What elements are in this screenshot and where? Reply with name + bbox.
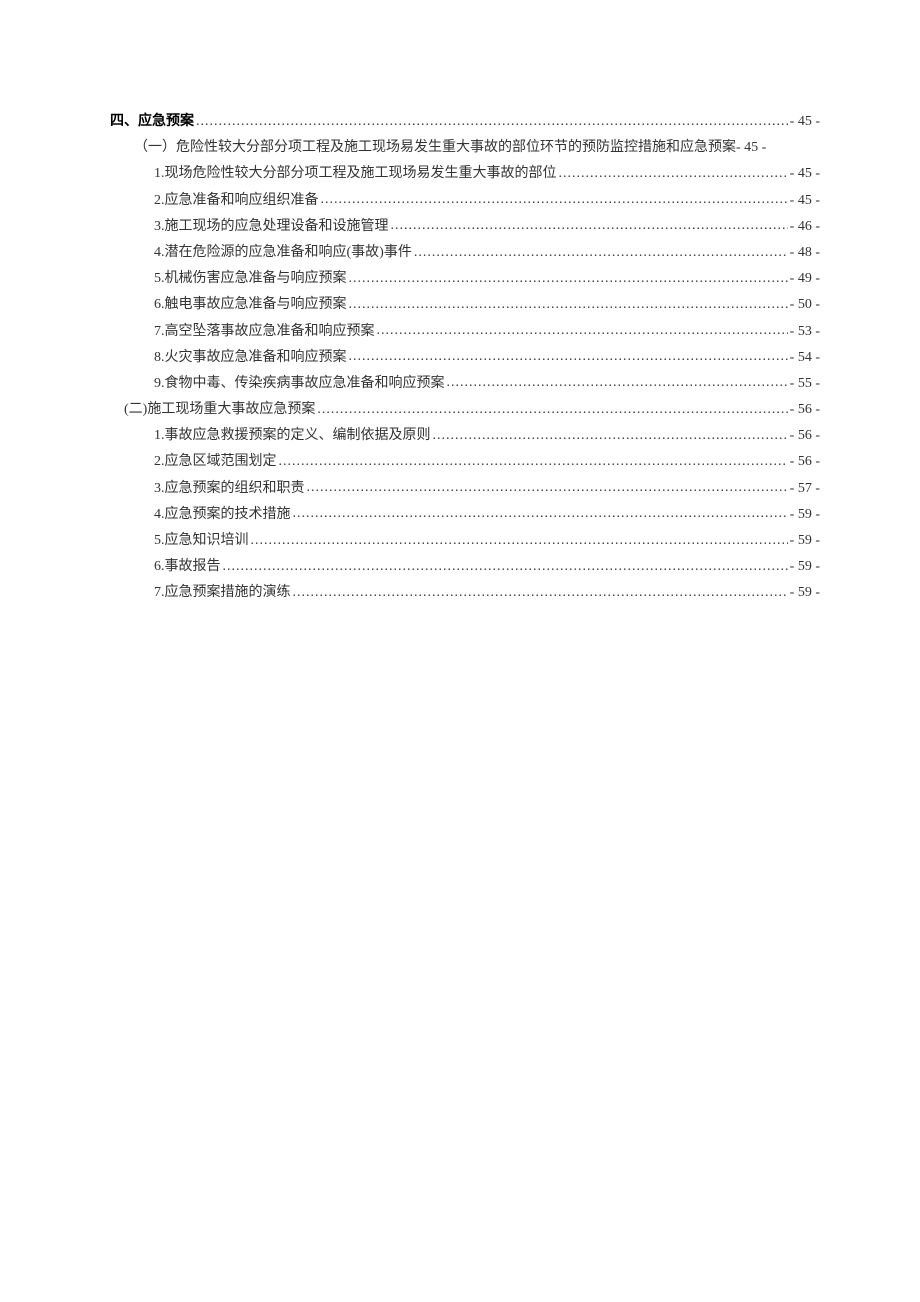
toc-entry: 2.应急区域范围划定 - 56 - bbox=[154, 450, 820, 474]
toc-leader-dots bbox=[307, 476, 788, 491]
toc-entry-page: - 45 - bbox=[790, 189, 820, 213]
toc-entry-title: 5.机械伤害应急准备与响应预案 bbox=[154, 267, 347, 291]
toc-entry-title: 2.应急准备和响应组织准备 bbox=[154, 189, 319, 213]
toc-entry-title: 四、应急预案 bbox=[110, 110, 194, 134]
toc-entry-title: 4.应急预案的技术措施 bbox=[154, 503, 291, 527]
toc-entry: (二)施工现场重大事故应急预案 - 56 - bbox=[124, 398, 820, 422]
document-page: 四、应急预案- 45 -（一）危险性较大分部分项工程及施工现场易发生重大事故的部… bbox=[0, 0, 920, 605]
toc-entry-title: 9.食物中毒、传染疾病事故应急准备和响应预案 bbox=[154, 372, 445, 396]
toc-entry: 1.现场危险性较大分部分项工程及施工现场易发生重大事故的部位 - 45 - bbox=[154, 162, 820, 186]
toc-leader-dots bbox=[414, 241, 788, 256]
toc-entry-title: 2.应急区域范围划定 bbox=[154, 450, 277, 474]
toc-entry-page: - 59 - bbox=[790, 581, 820, 605]
toc-entry: 四、应急预案 - 45 - bbox=[110, 110, 820, 134]
toc-entry-page: - 55 - bbox=[790, 372, 820, 396]
toc-entry-page: - 45 - bbox=[736, 136, 766, 160]
toc-entry: 6.触电事故应急准备与响应预案 - 50 - bbox=[154, 293, 820, 317]
toc-entry: 5.机械伤害应急准备与响应预案 - 49 - bbox=[154, 267, 820, 291]
toc-entry-title: 5.应急知识培训 bbox=[154, 529, 249, 553]
toc-entry: （一）危险性较大分部分项工程及施工现场易发生重大事故的部位环节的预防监控措施和应… bbox=[134, 136, 820, 160]
toc-leader-dots bbox=[196, 110, 788, 125]
toc-entry: 7.高空坠落事故应急准备和响应预案 - 53 - bbox=[154, 319, 820, 343]
toc-entry-title: 3.施工现场的应急处理设备和设施管理 bbox=[154, 215, 389, 239]
toc-entry-page: - 53 - bbox=[790, 320, 820, 344]
toc-entry: 7.应急预案措施的演练 - 59 - bbox=[154, 581, 820, 605]
toc-entry-page: - 57 - bbox=[790, 477, 820, 501]
toc-entry-page: - 59 - bbox=[790, 503, 820, 527]
toc-entry-page: - 49 - bbox=[790, 267, 820, 291]
toc-leader-dots bbox=[349, 267, 788, 282]
toc-entry-page: - 46 - bbox=[790, 215, 820, 239]
toc-entry: 8.火灾事故应急准备和响应预案 - 54 - bbox=[154, 345, 820, 369]
toc-leader-dots bbox=[391, 214, 788, 229]
toc-leader-dots bbox=[223, 555, 788, 570]
toc-entry: 5.应急知识培训 - 59 - bbox=[154, 529, 820, 553]
toc-entry-title: 1.事故应急救援预案的定义、编制依据及原则 bbox=[154, 424, 431, 448]
toc-entry: 4.潜在危险源的应急准备和响应(事故)事件 - 48 - bbox=[154, 241, 820, 265]
toc-entry-title: 7.应急预案措施的演练 bbox=[154, 581, 291, 605]
toc-entry-title: 6.事故报告 bbox=[154, 555, 221, 579]
toc-entry: 6.事故报告 - 59 - bbox=[154, 555, 820, 579]
toc-entry-title: 7.高空坠落事故应急准备和响应预案 bbox=[154, 320, 375, 344]
toc-entry-title: 8.火灾事故应急准备和响应预案 bbox=[154, 346, 347, 370]
toc-entry: 3.应急预案的组织和职责 - 57 - bbox=[154, 476, 820, 500]
toc-entry-page: - 59 - bbox=[790, 529, 820, 553]
toc-entry-page: - 56 - bbox=[790, 424, 820, 448]
toc-entry-page: - 50 - bbox=[790, 293, 820, 317]
toc-entry-title: （一）危险性较大分部分项工程及施工现场易发生重大事故的部位环节的预防监控措施和应… bbox=[134, 136, 736, 160]
toc-leader-dots bbox=[559, 162, 788, 177]
toc-leader-dots bbox=[293, 581, 788, 596]
toc-entry-page: - 48 - bbox=[790, 241, 820, 265]
table-of-contents: 四、应急预案- 45 -（一）危险性较大分部分项工程及施工现场易发生重大事故的部… bbox=[110, 110, 820, 605]
toc-entry-page: - 54 - bbox=[790, 346, 820, 370]
toc-entry-title: (二)施工现场重大事故应急预案 bbox=[124, 398, 315, 422]
toc-entry: 2.应急准备和响应组织准备 - 45 - bbox=[154, 188, 820, 212]
toc-leader-dots bbox=[293, 502, 788, 517]
toc-entry-page: - 56 - bbox=[790, 398, 820, 422]
toc-entry-page: - 59 - bbox=[790, 555, 820, 579]
toc-leader-dots bbox=[349, 345, 788, 360]
toc-entry-title: 4.潜在危险源的应急准备和响应(事故)事件 bbox=[154, 241, 412, 265]
toc-leader-dots bbox=[321, 188, 788, 203]
toc-leader-dots bbox=[279, 450, 788, 465]
toc-entry-page: - 45 - bbox=[790, 110, 820, 134]
toc-entry-page: - 56 - bbox=[790, 450, 820, 474]
toc-entry-title: 3.应急预案的组织和职责 bbox=[154, 477, 305, 501]
toc-leader-dots bbox=[251, 529, 788, 544]
toc-leader-dots bbox=[433, 424, 788, 439]
toc-entry: 9.食物中毒、传染疾病事故应急准备和响应预案 - 55 - bbox=[154, 371, 820, 395]
toc-entry: 4.应急预案的技术措施 - 59 - bbox=[154, 502, 820, 526]
toc-leader-dots bbox=[317, 398, 787, 413]
toc-entry-title: 1.现场危险性较大分部分项工程及施工现场易发生重大事故的部位 bbox=[154, 162, 557, 186]
toc-leader-dots bbox=[377, 319, 788, 334]
toc-entry-title: 6.触电事故应急准备与响应预案 bbox=[154, 293, 347, 317]
toc-entry: 3.施工现场的应急处理设备和设施管理 - 46 - bbox=[154, 214, 820, 238]
toc-leader-dots bbox=[349, 293, 788, 308]
toc-leader-dots bbox=[447, 371, 788, 386]
toc-entry-page: - 45 - bbox=[790, 162, 820, 186]
toc-entry: 1.事故应急救援预案的定义、编制依据及原则 - 56 - bbox=[154, 424, 820, 448]
